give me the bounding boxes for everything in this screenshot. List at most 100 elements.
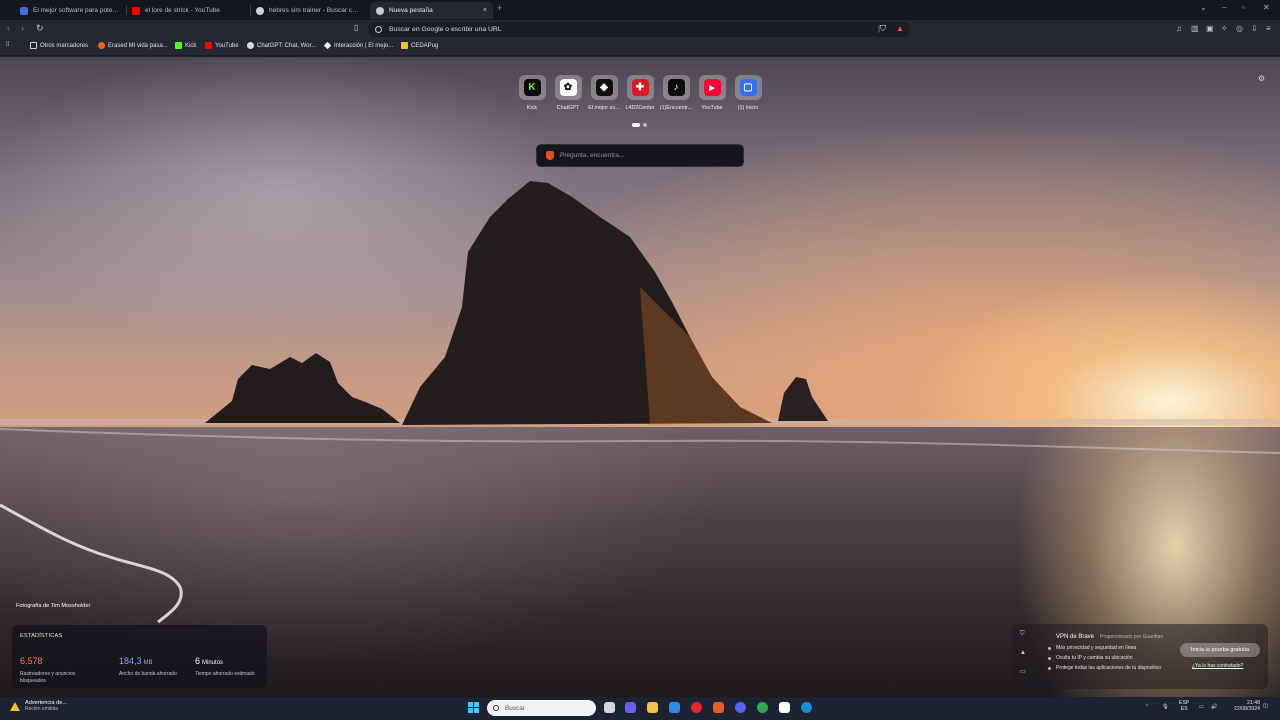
sidebar-icon[interactable]: ▥ xyxy=(1191,24,1199,33)
windows-start-icon[interactable] xyxy=(468,702,479,713)
chrome-icon[interactable] xyxy=(757,702,768,713)
bookmark-interaccion[interactable]: Interacción | El mejo... xyxy=(323,41,393,50)
app-icon: ▢ xyxy=(739,79,757,96)
apps-icon[interactable]: ⁞⁞ xyxy=(6,42,9,48)
gear-icon[interactable]: ⚙ xyxy=(1258,74,1265,83)
erased-icon xyxy=(98,42,105,49)
shortcut-inicio[interactable]: ▢ (1) Inicio xyxy=(727,75,769,111)
vpn-already-purchased-link[interactable]: ¿Ya lo has contratado? xyxy=(1192,663,1243,669)
brave-icon xyxy=(376,6,384,15)
card-icon[interactable]: ▭ xyxy=(1020,668,1026,675)
brave-icon[interactable] xyxy=(713,702,724,713)
app-red-icon[interactable] xyxy=(691,702,702,713)
vpn-widget: ⛉ ▲ ▭ VPN de Brave Proporcionado por Gua… xyxy=(1012,624,1268,689)
tab-1[interactable]: El mejor software para potenciar tu ... xyxy=(14,2,126,19)
file-explorer-icon[interactable] xyxy=(647,702,658,713)
tab-active[interactable]: Nueva pestaña × xyxy=(370,2,493,19)
stat-value: 6.578 xyxy=(20,656,43,666)
shortcut-label: (1) Inicio xyxy=(737,105,759,111)
tab-search-icon[interactable]: ⌄ xyxy=(1200,3,1207,12)
tab-title: el lore de strick - YouTube xyxy=(145,7,220,14)
store-icon[interactable] xyxy=(669,702,680,713)
chatgpt-icon xyxy=(247,42,254,49)
volume-icon[interactable]: 🔊 xyxy=(1211,704,1217,710)
shield-icon[interactable]: ⛉ xyxy=(1020,631,1026,638)
new-tab-button[interactable]: + xyxy=(497,3,502,13)
rewards-icon[interactable]: ▲ xyxy=(1020,650,1026,656)
clock-date: 22/08/2024 xyxy=(1234,706,1260,712)
google-icon xyxy=(256,6,264,15)
shortcut-label: ChatGPT xyxy=(556,105,580,111)
tab-title: El mejor software para potenciar tu ... xyxy=(33,7,120,14)
task-view-icon[interactable] xyxy=(604,702,615,713)
bookmark-erased[interactable]: Erased MI vida pasa... xyxy=(98,42,168,49)
vpn-feature: Más privacidad y seguridad en línea xyxy=(1048,645,1161,651)
vpn-features: Más privacidad y seguridad en línea Ocul… xyxy=(1048,645,1161,675)
stat-unit: MB xyxy=(143,660,153,666)
warning-icon xyxy=(10,701,20,711)
pager-dot-active[interactable] xyxy=(632,123,640,127)
bookmark-icon[interactable]: ▯ xyxy=(354,23,358,32)
google-icon xyxy=(375,26,382,33)
music-icon[interactable]: ♫ xyxy=(1176,24,1182,33)
chevron-up-icon[interactable]: ⌃ xyxy=(1145,704,1149,710)
close-window-icon[interactable]: ✕ xyxy=(1263,3,1270,12)
notification-icon[interactable]: ◫ xyxy=(1263,703,1268,709)
photo-credit[interactable]: Fotografía de Tim Mossholder xyxy=(16,603,90,609)
brave-rewards-icon[interactable]: ▲ xyxy=(896,24,904,33)
warning-subtitle: Recién emitida xyxy=(25,706,59,712)
clock[interactable]: 21:48 22/08/2024 xyxy=(1228,700,1260,712)
vpn-title: VPN de Brave xyxy=(1056,634,1095,640)
tab-3[interactable]: hebres sim trainer - Buscar con Goo... xyxy=(250,2,368,19)
discord-icon[interactable] xyxy=(735,702,746,713)
pager-dot[interactable] xyxy=(643,123,647,127)
microphone-icon[interactable]: 🎙 xyxy=(1162,704,1169,710)
maximize-icon[interactable]: ▫ xyxy=(1242,3,1245,12)
weather-warning[interactable]: Advertencia de... Recién emitida xyxy=(10,700,67,712)
wallet-icon[interactable]: ▣ xyxy=(1206,24,1214,33)
address-bar[interactable]: Buscar en Google o escribir una URL xyxy=(368,22,910,37)
download-icon[interactable]: ⇩ xyxy=(1251,24,1258,33)
bookmark-chatgpt[interactable]: ChatGPT: Chat, Wor... xyxy=(247,42,316,49)
tab-2[interactable]: el lore de strick - YouTube xyxy=(126,2,250,19)
youtube-icon xyxy=(205,42,212,49)
brave-shields-icon[interactable]: ⛉ xyxy=(880,24,886,34)
diamond-icon xyxy=(323,41,332,50)
bookmark-cedapug[interactable]: CEDAPug xyxy=(401,42,438,49)
tiktok-icon: ♪ xyxy=(667,79,685,96)
display-icon[interactable]: ▭ xyxy=(1199,704,1204,710)
vpn-trial-button[interactable]: Inicia la prueba gratuita xyxy=(1180,643,1260,657)
search-placeholder: Pregunta, encuentra... xyxy=(560,152,625,159)
shortcut-tile: ✿ xyxy=(554,75,582,100)
bookmark-youtube[interactable]: YouTube xyxy=(205,42,239,49)
widget-switcher: ⛉ ▲ ▭ xyxy=(1020,631,1026,675)
reload-icon[interactable]: ↻ xyxy=(36,23,44,34)
bookmarks-bar: ⁞⁞ Otros marcadores Erased MI vida pasa.… xyxy=(0,39,1280,56)
vpn-icon[interactable]: ◎ xyxy=(1236,24,1243,33)
menu-icon[interactable]: ≡ xyxy=(1266,24,1271,33)
ntp-search-box[interactable]: Pregunta, encuentra... xyxy=(536,144,744,167)
forward-icon[interactable]: › xyxy=(21,23,24,33)
brave-icon xyxy=(546,151,554,160)
steam-icon[interactable] xyxy=(801,702,812,713)
close-tab-icon[interactable]: × xyxy=(483,7,487,14)
shortcut-label: YouTube xyxy=(701,105,723,111)
vpn-powered-by: Proporcionado por Guardian xyxy=(1100,634,1164,640)
copilot-icon[interactable] xyxy=(625,702,636,713)
bookmark-otros-marcadores[interactable]: Otros marcadores xyxy=(30,42,88,49)
back-icon[interactable]: ‹ xyxy=(7,23,10,33)
shortcut-tile: ◆ xyxy=(590,75,618,100)
minimize-icon[interactable]: – xyxy=(1222,3,1226,12)
bookmark-label: Erased MI vida pasa... xyxy=(108,42,168,49)
tab-title: Nueva pestaña xyxy=(389,7,433,14)
capcut-icon[interactable] xyxy=(779,702,790,713)
bookmark-kick[interactable]: Kick xyxy=(175,42,196,49)
stat-desc: Ancho de banda ahorrado xyxy=(119,671,177,677)
youtube-icon: ▶ xyxy=(703,79,721,96)
stat-trackers: 6.578 Rastreadores y anuncios bloqueados xyxy=(20,651,90,685)
stat-value: 6 xyxy=(195,656,201,666)
language-indicator[interactable]: ESP ES xyxy=(1179,700,1189,712)
taskbar-search[interactable]: Buscar xyxy=(487,700,596,716)
leo-icon[interactable]: ✧ xyxy=(1221,24,1228,33)
bookmark-label: ChatGPT: Chat, Wor... xyxy=(257,42,317,49)
